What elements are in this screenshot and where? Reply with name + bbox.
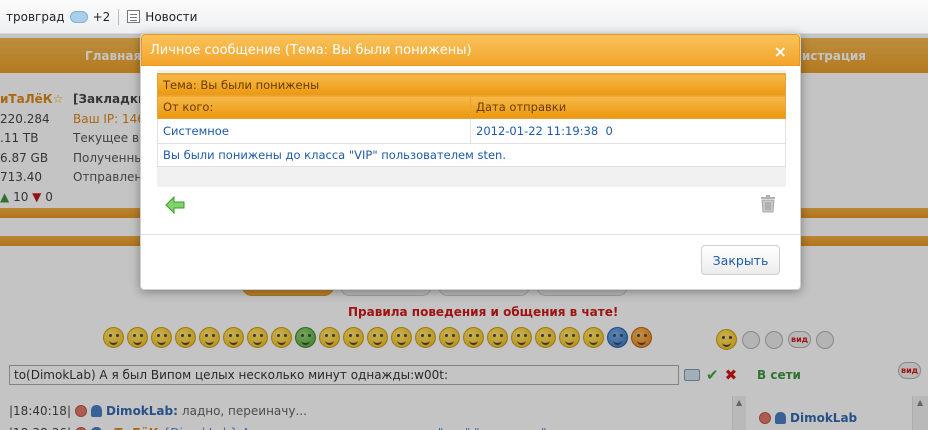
cloud-icon <box>69 10 88 23</box>
bookmarks-bar: тровград +2 Новости <box>0 0 928 34</box>
dialog-header: Личное сообщение (Тема: Вы были понижены… <box>141 34 800 66</box>
date-extra: 0 <box>605 124 613 138</box>
subject-row: Тема: Вы были понижены <box>157 73 786 96</box>
bookmark-separator <box>118 8 120 25</box>
header-row: От кого: Дата отправки <box>157 95 786 119</box>
dialog-divider <box>141 234 800 235</box>
date-cell: 2012-01-22 11:19:38 0 <box>470 118 786 144</box>
bookmark-news-label: Новости <box>145 9 198 24</box>
back-arrow-icon[interactable] <box>165 196 185 214</box>
message-subject: Тема: Вы были понижены <box>157 73 786 96</box>
bookmark-news[interactable]: Новости <box>121 10 203 24</box>
news-icon <box>127 10 141 23</box>
message-area: Тема: Вы были понижены От кого: Дата отп… <box>157 70 786 222</box>
bookmark-temp: +2 <box>92 9 111 24</box>
trash-icon[interactable] <box>760 195 776 213</box>
table-row: Системное 2012-01-22 11:19:38 0 <box>157 118 786 144</box>
col-date-header: Дата отправки <box>470 95 786 119</box>
close-icon[interactable]: × <box>774 42 787 61</box>
message-body: Вы были понижены до класса "VIP" пользов… <box>157 143 786 167</box>
bookmark-city: тровград <box>6 9 65 24</box>
sender-value: Системное <box>157 118 471 144</box>
bookmark-weather[interactable]: тровград +2 <box>0 10 116 24</box>
close-button[interactable]: Закрыть <box>701 245 780 275</box>
message-table: Тема: Вы были понижены От кого: Дата отп… <box>157 73 786 167</box>
dialog-title: Личное сообщение (Тема: Вы были понижены… <box>150 42 472 58</box>
body-row: Вы были понижены до класса "VIP" пользов… <box>157 143 786 167</box>
col-from-header: От кого: <box>157 95 471 119</box>
date-value: 2012-01-22 11:19:38 <box>476 124 599 138</box>
private-message-dialog: Личное сообщение (Тема: Вы были понижены… <box>140 33 801 290</box>
message-actions <box>157 187 786 222</box>
